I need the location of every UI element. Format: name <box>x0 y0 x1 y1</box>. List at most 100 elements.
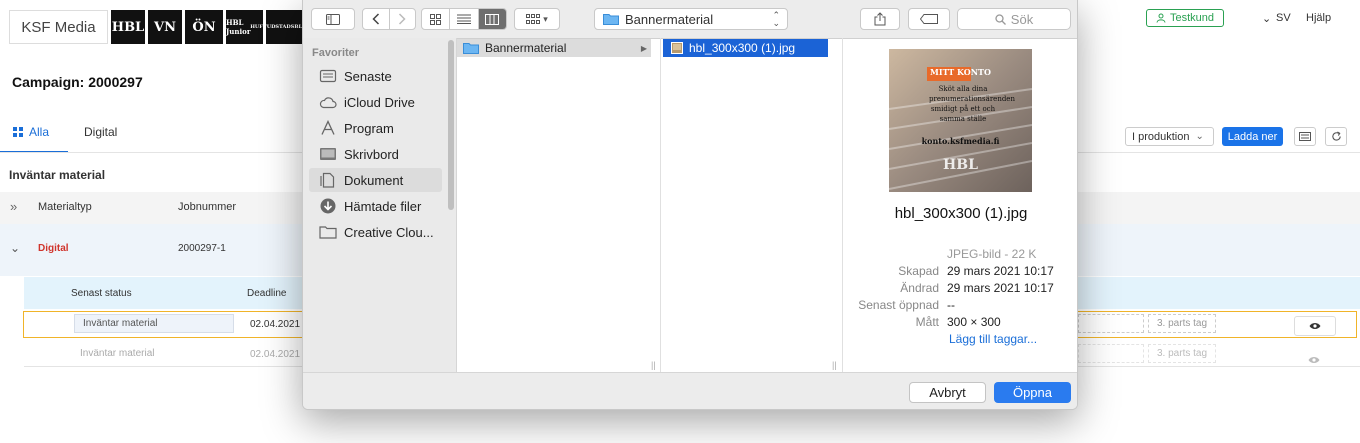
refresh-icon <box>1331 131 1341 141</box>
sidebar-item-label: Hämtade filer <box>344 198 422 214</box>
open-button[interactable]: Öppna <box>994 382 1071 403</box>
recents-icon <box>319 69 337 83</box>
document-icon <box>320 172 335 188</box>
sidebar-item-creative-cloud[interactable]: Creative Clou... <box>309 220 442 244</box>
status-select-value: I produktion <box>1132 130 1190 143</box>
third-party-tag[interactable]: 3. parts tag <box>1148 314 1216 333</box>
applications-icon <box>321 120 335 135</box>
on-logo[interactable]: ÖN <box>185 10 223 44</box>
add-tags-link[interactable]: Lägg till taggar... <box>949 332 1037 346</box>
hbl-logo[interactable]: HBL <box>111 10 145 44</box>
status-text: Inväntar material <box>80 348 155 359</box>
search-placeholder: Sök <box>1010 11 1034 27</box>
meta-label-modified: Ändrad <box>900 281 939 295</box>
list-view-button[interactable] <box>450 9 479 29</box>
tab-label: Digital <box>84 125 118 139</box>
download-button[interactable]: Ladda ner <box>1222 127 1283 146</box>
disclosure-triangle-icon: ▶ <box>640 43 647 53</box>
sidebar-item-skrivbord[interactable]: Skrivbord <box>309 142 442 166</box>
eye-icon <box>1309 323 1321 329</box>
list-view-button[interactable] <box>1294 127 1316 146</box>
tab-digital[interactable]: Digital <box>84 125 117 139</box>
meta-label-dimensions: Mått <box>915 315 939 329</box>
file-name: hbl_300x300 (1).jpg <box>689 41 796 55</box>
sidebar-item-label: Creative Clou... <box>344 224 434 240</box>
share-button[interactable] <box>860 8 900 30</box>
sidebar-item-label: Senaste <box>344 68 392 84</box>
view-button[interactable] <box>1294 316 1336 336</box>
sidebar-item-icloud-drive[interactable]: iCloud Drive <box>309 90 442 114</box>
material-type: Digital <box>38 243 69 254</box>
downloads-icon <box>320 198 336 214</box>
meta-value-last-opened: -- <box>947 298 955 312</box>
testkund-badge[interactable]: Testkund <box>1146 9 1224 27</box>
sidebar-icon <box>326 13 340 25</box>
chevron-down-icon: ▾ <box>543 13 548 24</box>
icon-view-button[interactable] <box>422 9 451 29</box>
status-badge[interactable]: Inväntar material <box>74 314 234 333</box>
folder-icon <box>603 14 619 25</box>
group-icon <box>526 13 541 24</box>
chevron-down-icon[interactable]: ⌄ <box>10 241 20 255</box>
folder-name: Bannermaterial <box>485 41 567 55</box>
cloud-icon <box>319 97 337 109</box>
search-field[interactable]: Sök <box>957 8 1071 30</box>
tab-alla[interactable]: Alla <box>13 125 49 139</box>
sidebar-item-dokument[interactable]: Dokument <box>309 168 442 192</box>
vn-logo[interactable]: VN <box>148 10 182 44</box>
sidebar-scrollbar[interactable] <box>448 40 454 210</box>
sidebar-toggle-button[interactable] <box>311 8 355 30</box>
column-header-jobbnummer[interactable]: Jobnummer <box>178 201 236 213</box>
chevron-down-icon[interactable]: ⌄ <box>1262 12 1271 25</box>
job-number: 2000297-1 <box>178 243 226 254</box>
cancel-button[interactable]: Avbryt <box>909 382 986 403</box>
language-selector[interactable]: SV <box>1276 12 1291 24</box>
column-header-status[interactable]: Senast status <box>71 288 132 299</box>
list-icon <box>1299 132 1311 141</box>
sidebar-item-hamtade-filer[interactable]: Hämtade filer <box>309 194 442 218</box>
help-link[interactable]: Hjälp <box>1306 12 1331 24</box>
meta-value-created: 29 mars 2021 10:17 <box>947 264 1054 278</box>
sidebar-item-label: iCloud Drive <box>344 94 415 110</box>
file-open-dialog: ▾ Bannermaterial ⌃ ⌄ Sök Favoriter Senast… <box>302 0 1078 410</box>
file-row-selected[interactable]: hbl_300x300 (1).jpg <box>663 39 828 57</box>
refresh-button[interactable] <box>1325 127 1347 146</box>
view-mode-selector <box>421 8 507 30</box>
folder-icon <box>319 226 337 239</box>
desktop-icon <box>320 148 336 160</box>
column-resize-handle[interactable]: || <box>651 360 656 370</box>
group-by-button[interactable]: ▾ <box>514 8 560 30</box>
folder-row-bannermaterial[interactable]: Bannermaterial ▶ <box>457 39 651 57</box>
dialog-sidebar: Favoriter Senaste iCloud Drive Program S… <box>303 38 457 372</box>
user-icon <box>1156 13 1166 23</box>
column-header-materialtyp[interactable]: Materialtyp <box>38 201 92 213</box>
folder-icon <box>463 43 479 54</box>
column-resize-handle[interactable]: || <box>832 360 837 370</box>
search-icon <box>995 13 1006 25</box>
chevron-right-icon <box>399 13 406 25</box>
file-kind: JPEG-bild - 22 K <box>947 247 1037 261</box>
meta-label-created: Skapad <box>898 264 939 278</box>
column-header-deadline[interactable]: Deadline <box>247 288 286 299</box>
sidebar-item-label: Skrivbord <box>344 146 399 162</box>
column-view-button[interactable] <box>478 9 506 29</box>
forward-button[interactable] <box>390 9 416 29</box>
testkund-label: Testkund <box>1169 12 1215 24</box>
sidebar-item-program[interactable]: Program <box>309 116 442 140</box>
tab-label: Alla <box>29 125 50 139</box>
chevron-left-icon <box>372 13 379 25</box>
tag-input[interactable] <box>1078 344 1144 363</box>
sidebar-item-senaste[interactable]: Senaste <box>309 64 442 88</box>
hufvudstadsbladet-logo[interactable]: HUFVUDSTADSBLADET <box>250 10 318 44</box>
tag-icon <box>920 14 938 24</box>
third-party-tag[interactable]: 3. parts tag <box>1148 344 1216 363</box>
status-select[interactable]: I produktion ⌄ <box>1125 127 1214 146</box>
brand-logo[interactable]: KSF Media <box>9 10 108 44</box>
tag-input[interactable] <box>1078 314 1144 333</box>
expand-all-icon[interactable]: » <box>10 199 17 214</box>
tags-button[interactable] <box>908 8 950 30</box>
path-popup[interactable]: Bannermaterial ⌃ ⌄ <box>594 8 788 30</box>
back-button[interactable] <box>363 9 390 29</box>
meta-value-modified: 29 mars 2021 10:17 <box>947 281 1054 295</box>
browser-column-1: Bannermaterial ▶ || <box>457 38 661 372</box>
